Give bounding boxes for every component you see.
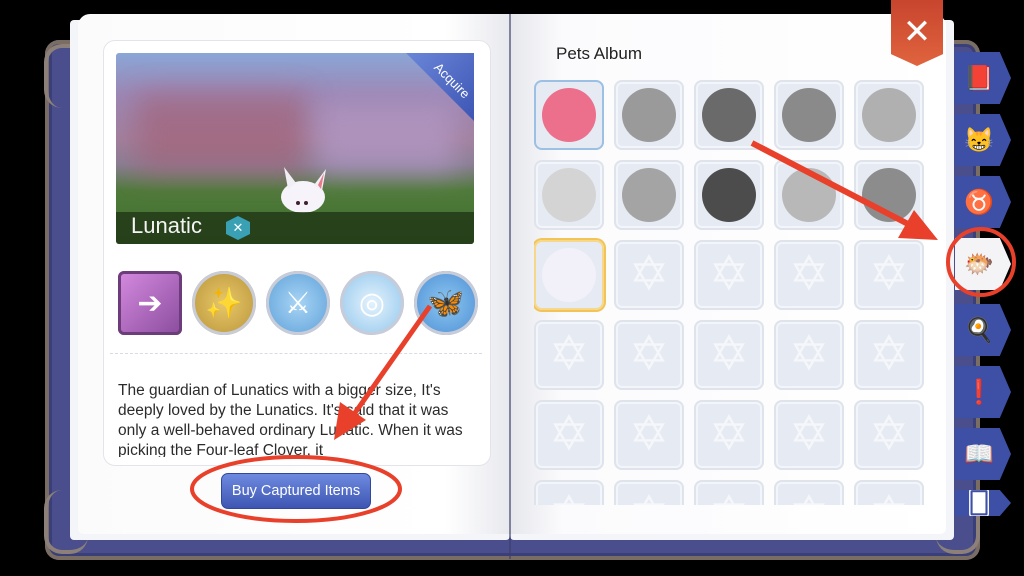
girl-portrait [862, 88, 916, 142]
album-slot-empty: ✡ [694, 400, 764, 470]
album-slot-maiden[interactable] [614, 160, 684, 230]
album-slot-empty: ✡ [694, 480, 764, 505]
album-title: Pets Album [556, 44, 642, 63]
album-slot-empty: ✡ [614, 400, 684, 470]
album-slot-empty: ✡ [774, 320, 844, 390]
demon-portrait [702, 168, 756, 222]
book-spine [509, 14, 511, 559]
side-tab-npc-alert[interactable]: ❗ [955, 366, 1011, 418]
side-tab-grinning-cat[interactable]: 😸 [955, 114, 1011, 166]
album-slot-empty: ✡ [774, 400, 844, 470]
acquire-badge: Acquire [406, 53, 474, 121]
maiden-portrait [622, 168, 676, 222]
hexagram-placeholder-icon: ✡ [709, 491, 749, 506]
album-slot-monkey[interactable] [614, 80, 684, 150]
close-icon: ✕ [902, 13, 932, 51]
album-slot-demon[interactable] [694, 160, 764, 230]
album-slot-girl[interactable] [854, 80, 924, 150]
hexagram-placeholder-icon: ✡ [628, 408, 670, 461]
buy-captured-items-button[interactable]: Buy Captured Items [221, 473, 371, 509]
hexagram-placeholder-icon: ✡ [548, 328, 590, 381]
hexagram-placeholder-icon: ✡ [789, 491, 829, 506]
side-tab-pet-face[interactable]: 🐡 [955, 238, 1011, 290]
chef-hat-icon: 🍳 [964, 316, 994, 344]
hexagram-placeholder-icon: ✡ [868, 408, 910, 461]
aura-meditate-icon[interactable]: ◎ [340, 271, 404, 335]
album-slot-empty: ✡ [854, 240, 924, 310]
hexagram-placeholder-icon: ✡ [868, 328, 910, 381]
pet-name: Lunatic [131, 213, 202, 238]
hexagram-placeholder-icon: ✡ [788, 328, 830, 381]
hexagram-placeholder-icon: ✡ [629, 491, 669, 506]
background-blur [136, 93, 306, 173]
goat-portrait [862, 168, 916, 222]
album-slot-empty: ✡ [854, 480, 924, 505]
album-slot-empty: ✡ [534, 320, 604, 390]
divider [110, 353, 482, 354]
album-slot-empty: ✡ [774, 240, 844, 310]
npc-alert-icon: ❗ [964, 378, 994, 406]
sprout-portrait [702, 88, 756, 142]
album-slot-empty: ✡ [694, 240, 764, 310]
lunatic-pet-model [281, 167, 326, 213]
side-tab-card[interactable]: 🂠 [955, 490, 1011, 516]
album-slot-empty: ✡ [534, 480, 604, 505]
album-slot-empty: ✡ [854, 320, 924, 390]
hexagram-placeholder-icon: ✡ [868, 248, 910, 301]
side-tab-horns[interactable]: ♉ [955, 176, 1011, 228]
card-icon: 🂠 [966, 489, 992, 517]
hexagram-placeholder-icon: ✡ [548, 408, 590, 461]
album-slot-unicorn[interactable] [774, 160, 844, 230]
album-slot-empty: ✡ [614, 480, 684, 505]
album-slot-piggy[interactable] [534, 160, 604, 230]
wolf-portrait [782, 88, 836, 142]
close-button[interactable]: ✕ [891, 0, 943, 66]
album-slot-empty: ✡ [854, 400, 924, 470]
pet-description: The guardian of Lunatics with a bigger s… [118, 382, 463, 457]
piggy-portrait [542, 168, 596, 222]
arrow-burst-icon[interactable]: ➔ [118, 271, 182, 335]
hexagram-placeholder-icon: ✡ [708, 248, 750, 301]
album-slot-empty: ✡ [534, 400, 604, 470]
pets-album-grid: ✡ ✡ ✡ ✡ ✡ ✡ ✡ ✡ ✡ ✡ ✡ ✡ ✡ ✡ ✡ ✡ ✡ ✡ ✡ [534, 80, 926, 505]
hexagram-placeholder-icon: ✡ [788, 248, 830, 301]
album-slot-poring[interactable] [534, 80, 604, 150]
album-slot-empty: ✡ [614, 240, 684, 310]
butterfly-gift-icon[interactable]: 🦋 [414, 271, 478, 335]
poring-portrait [542, 88, 596, 142]
side-tab-book[interactable]: 📕 [955, 52, 1011, 104]
hexagram-placeholder-icon: ✡ [549, 491, 589, 506]
skill-list: ➔ ✨ ⚔ ◎ 🦋 [118, 271, 478, 335]
side-tab-chef-hat[interactable]: 🍳 [955, 304, 1011, 356]
pet-face-icon: 🐡 [964, 250, 994, 278]
sword-slash-icon[interactable]: ⚔ [266, 271, 330, 335]
hexagram-placeholder-icon: ✡ [788, 408, 830, 461]
album-slot-empty: ✡ [774, 480, 844, 505]
hexagram-placeholder-icon: ✡ [869, 491, 909, 506]
album-slot-wolf[interactable] [774, 80, 844, 150]
album-slot-goat[interactable] [854, 160, 924, 230]
unicorn-portrait [782, 168, 836, 222]
sparkle-rest-icon[interactable]: ✨ [192, 271, 256, 335]
album-slot-sprout[interactable] [694, 80, 764, 150]
open-book-icon: 📖 [964, 440, 994, 468]
lunatic-portrait [542, 248, 596, 302]
album-slot-lunatic[interactable] [534, 240, 604, 310]
hexagram-placeholder-icon: ✡ [708, 328, 750, 381]
hexagram-placeholder-icon: ✡ [628, 328, 670, 381]
album-slot-empty: ✡ [694, 320, 764, 390]
horns-icon: ♉ [964, 188, 994, 216]
book-icon: 📕 [964, 64, 994, 92]
album-slot-empty: ✡ [614, 320, 684, 390]
side-tab-open-book[interactable]: 📖 [955, 428, 1011, 480]
grinning-cat-icon: 😸 [964, 126, 994, 154]
hexagram-placeholder-icon: ✡ [708, 408, 750, 461]
hexagram-placeholder-icon: ✡ [628, 248, 670, 301]
monkey-portrait [622, 88, 676, 142]
